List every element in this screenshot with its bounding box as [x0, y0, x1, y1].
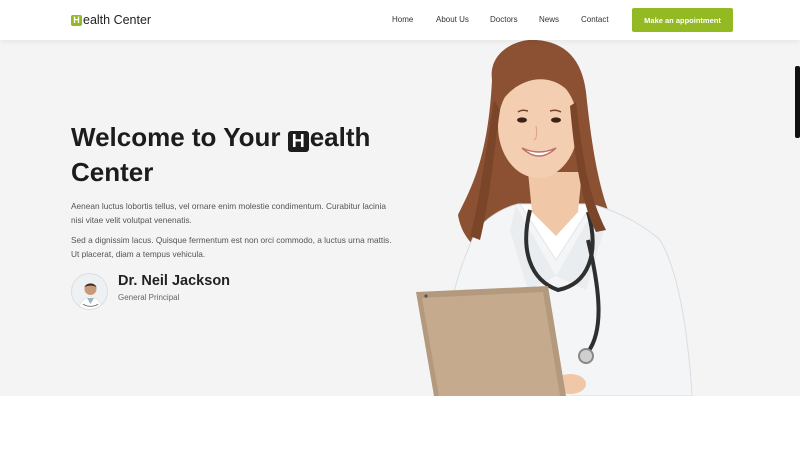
hero-paragraph-1: Aenean luctus lobortis tellus, vel ornar… — [71, 201, 386, 225]
nav-doctors[interactable]: Doctors — [490, 15, 518, 24]
make-appointment-button[interactable]: Make an appointment — [632, 8, 733, 32]
hero-title-part1: Welcome to Your — [71, 122, 288, 152]
scrollbar-thumb[interactable] — [795, 66, 800, 138]
doctor-portrait-image — [72, 274, 107, 309]
hero-title-line2: Center — [71, 157, 154, 187]
hero-title: Welcome to Your Health Center — [71, 120, 401, 190]
doctor-role: General Principal — [118, 293, 180, 302]
hero-title-part2: ealth — [309, 122, 371, 152]
nav-about-us[interactable]: About Us — [436, 15, 469, 24]
nav-contact[interactable]: Contact — [581, 15, 609, 24]
hero-paragraph-2: Sed a dignissim lacus. Quisque fermentum… — [71, 235, 392, 259]
hero-section: Welcome to Your Health Center Aenean luct… — [0, 40, 800, 396]
doctor-hero-image — [416, 40, 693, 396]
nav-news[interactable]: News — [539, 15, 559, 24]
doctor-avatar — [71, 273, 108, 310]
site-header: H ealth Center Home About Us Doctors New… — [0, 0, 800, 40]
nav-home[interactable]: Home — [392, 15, 413, 24]
doctor-name: Dr. Neil Jackson — [118, 273, 231, 289]
health-h-icon: H — [287, 130, 309, 152]
